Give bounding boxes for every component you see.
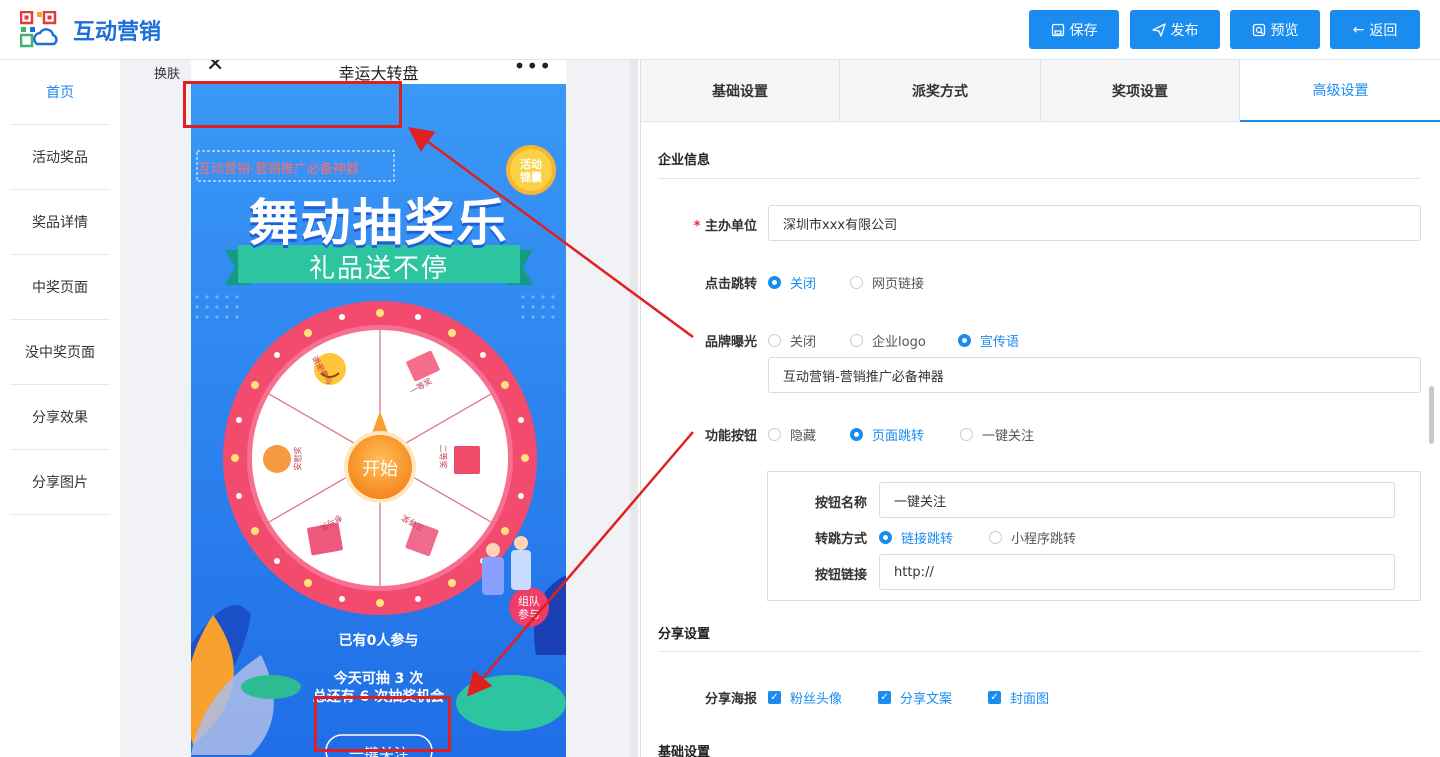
brand-slogan-input[interactable]: 互动营销-营销推广必备神器 [768, 357, 1421, 393]
share-section-title: 分享设置 [658, 627, 711, 642]
click-jump-web-radio[interactable]: 网页链接 [850, 273, 924, 292]
annotation-box-follow [314, 696, 451, 752]
brand-label: 品牌曝光 [704, 335, 757, 350]
tab-prizes[interactable]: 奖项设置 [1041, 60, 1240, 122]
func-follow-radio[interactable]: 一键关注 [960, 425, 1034, 444]
team-badge-label[interactable]: 组队 参与 [509, 595, 549, 621]
annotation-box-slogan [183, 81, 402, 128]
jump-mode-label: 转跳方式 [814, 532, 867, 547]
arrow-left-icon: ← [1352, 21, 1365, 38]
save-button[interactable]: 保存 [1029, 10, 1119, 49]
settings-panel: 基础设置 派奖方式 奖项设置 高级设置 企业信息 * 主办单位 深圳市xxx有限… [640, 60, 1440, 757]
gift-icon [454, 446, 480, 474]
participants-text: 已有0人参与 [338, 633, 419, 649]
main-title: 舞动抽奖乐 [248, 194, 509, 252]
jump-link-radio[interactable]: 链接跳转 [879, 528, 953, 547]
brand-logo-radio[interactable]: 企业logo [850, 331, 926, 350]
poster-copy-checkbox[interactable]: ✓ 分享文案 [878, 688, 952, 707]
sidebar-item-home[interactable]: 首页 [10, 60, 110, 125]
panel-scrollbar-thumb[interactable] [1429, 386, 1434, 444]
button-link-label: 按钮链接 [814, 568, 867, 583]
tab-basic[interactable]: 基础设置 [641, 60, 840, 122]
bag-badge-label[interactable]: 活动 锦囊 [509, 158, 553, 184]
poster-cover-checkbox[interactable]: ✓ 封面图 [988, 688, 1049, 707]
button-name-input[interactable]: 一键关注 [879, 482, 1395, 518]
brand-slogan-radio[interactable]: 宣传语 [958, 331, 1019, 350]
preview-label: 预览 [1270, 22, 1299, 39]
ribbon-text: 礼品送不停 [308, 254, 449, 284]
skin-button[interactable]: 换肤 [154, 63, 180, 82]
basic-section-title: 基础设置 [658, 745, 711, 757]
canvas-scrollbar[interactable] [630, 60, 638, 757]
publish-button[interactable]: 发布 [1130, 10, 1220, 49]
prize-label: 安慰奖 [293, 446, 303, 471]
coin-fish-icon [263, 445, 291, 473]
tab-advanced[interactable]: 高级设置 [1240, 60, 1440, 122]
button-link-input[interactable]: http:// [879, 554, 1395, 590]
save-label: 保存 [1069, 22, 1098, 39]
click-jump-label: 点击跳转 [704, 277, 757, 292]
settings-tabs: 基础设置 派奖方式 奖项设置 高级设置 [641, 60, 1440, 122]
sidebar-item-share-image[interactable]: 分享图片 [10, 450, 110, 515]
phone-preview: ✕ 幸运大转盘 ••• 互动营销-营销推广必备神器 活动 锦囊 舞动抽奖乐 礼品… [191, 60, 566, 757]
preview-button[interactable]: 预览 [1230, 10, 1320, 49]
organizer-label: * 主办单位 [693, 219, 757, 234]
click-jump-off-radio[interactable]: 关闭 [768, 273, 816, 292]
back-button[interactable]: ← 返回 [1330, 10, 1420, 49]
draws-today-text: 今天可抽 3 次 [333, 671, 424, 687]
function-button-label: 功能按钮 [704, 429, 757, 444]
app-logo-icon [20, 11, 58, 48]
app-header: 互动营销 保存 发布 预览 ← 返回 [0, 0, 1440, 60]
sidebar-item-share-effect[interactable]: 分享效果 [10, 385, 110, 450]
sidebar-item-prize-detail[interactable]: 奖品详情 [10, 190, 110, 255]
organizer-input[interactable]: 深圳市xxx有限公司 [768, 205, 1421, 241]
back-label: 返回 [1369, 22, 1398, 39]
app-title: 互动营销 [73, 20, 162, 45]
tab-award-method[interactable]: 派奖方式 [840, 60, 1041, 122]
prize-label: 二等奖 [438, 444, 448, 469]
poster-avatar-checkbox[interactable]: ✓ 粉丝头像 [768, 688, 842, 707]
company-section-title: 企业信息 [658, 153, 711, 168]
save-icon [1051, 23, 1064, 36]
brand-off-radio[interactable]: 关闭 [768, 331, 816, 350]
share-poster-label: 分享海报 [704, 692, 757, 707]
button-name-label: 按钮名称 [814, 496, 867, 511]
sidebar-item-win-page[interactable]: 中奖页面 [10, 255, 110, 320]
preview-icon [1252, 23, 1265, 36]
start-label[interactable]: 开始 [348, 455, 412, 481]
sidebar: 首页 活动奖品 奖品详情 中奖页面 没中奖页面 分享效果 分享图片 [0, 60, 120, 757]
publish-label: 发布 [1170, 22, 1199, 39]
brand-slogan: 互动营销-营销推广必备神器 [198, 162, 359, 177]
sidebar-item-lose-page[interactable]: 没中奖页面 [10, 320, 110, 385]
send-icon [1151, 22, 1166, 37]
preview-canvas: 换肤 ✕ 幸运大转盘 ••• 互动营销-营销推广必备神器 活动 锦囊 舞动抽奖乐… [120, 60, 638, 757]
func-page-jump-radio[interactable]: 页面跳转 [850, 425, 924, 444]
func-hide-radio[interactable]: 隐藏 [768, 425, 816, 444]
sidebar-item-prizes[interactable]: 活动奖品 [10, 125, 110, 190]
jump-miniprogram-radio[interactable]: 小程序跳转 [989, 528, 1076, 547]
divider [658, 178, 1421, 179]
divider [658, 651, 1421, 652]
